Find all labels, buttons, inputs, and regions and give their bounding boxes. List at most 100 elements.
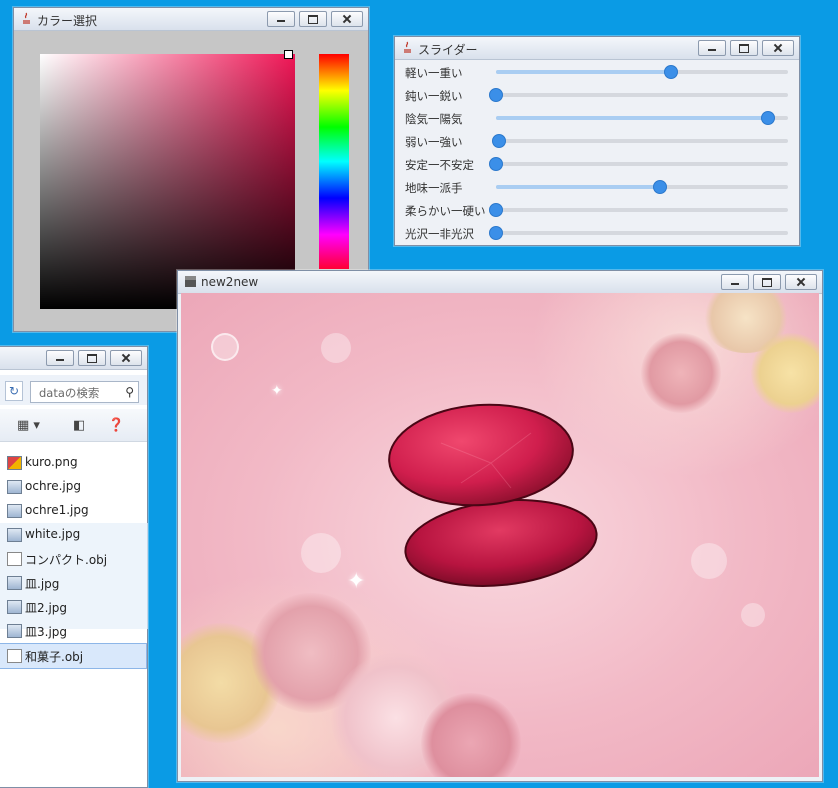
slider-fill (496, 185, 660, 189)
search-placeholder: dataの検索 (39, 386, 100, 400)
file-name: 皿2.jpg (25, 601, 68, 615)
slider-track[interactable] (491, 134, 788, 148)
search-input[interactable]: dataの検索 ⚲ (30, 381, 139, 403)
file-name: ochre1.jpg (25, 503, 89, 517)
slider-row: 安定一不安定 (395, 153, 799, 175)
rose-decoration (641, 333, 721, 413)
file-item[interactable]: kuro.png (0, 451, 147, 475)
jpg-icon (7, 504, 22, 518)
hue-slider[interactable] (319, 54, 349, 269)
slider-thumb[interactable] (489, 203, 503, 217)
slider-track[interactable] (496, 111, 788, 125)
bokeh-light (691, 543, 727, 579)
slider-label: 安定一不安定 (405, 158, 474, 172)
window-title: カラー選択 (37, 14, 98, 28)
file-name: kuro.png (25, 455, 78, 469)
view-options-icon[interactable]: ▦ ▾ (17, 418, 40, 433)
slider-track[interactable] (496, 65, 788, 79)
slider-thumb[interactable] (489, 88, 503, 102)
slider-label: 鈍い一鋭い (405, 89, 463, 103)
slider-thumb[interactable] (652, 180, 667, 194)
viewer-titlebar[interactable]: new2new (178, 271, 822, 294)
window-title: new2new (201, 275, 259, 289)
jpg-icon (7, 624, 22, 638)
bokeh-light (211, 333, 239, 361)
address-bar: ↻ dataの検索 ⚲ (0, 375, 147, 405)
file-item[interactable]: white.jpg (0, 523, 147, 547)
file-item[interactable]: コンパクト.obj (0, 547, 147, 571)
slider-thumb[interactable] (491, 134, 506, 148)
maximize-button[interactable] (730, 40, 758, 56)
help-icon[interactable]: ❓ (108, 418, 124, 433)
sparkle: ✦ (271, 383, 283, 399)
maximize-button[interactable] (78, 350, 106, 366)
bokeh-light (301, 533, 341, 573)
sparkle: ✦ (347, 569, 366, 594)
jpg-icon (7, 600, 22, 614)
obj-icon (7, 649, 22, 663)
slider-titlebar[interactable]: スライダー (395, 37, 799, 60)
file-name: 皿3.jpg (25, 625, 68, 639)
slider-row: 地味一派手 (395, 176, 799, 198)
slider-track[interactable] (489, 226, 788, 240)
slider-track[interactable] (489, 157, 788, 171)
app-icon (185, 276, 196, 287)
preview-pane-icon[interactable]: ◧ (73, 418, 85, 433)
slider-row: 鈍い一鋭い (395, 84, 799, 106)
file-item[interactable]: ochre.jpg (0, 475, 147, 499)
slider-row: 軽い一重い (395, 61, 799, 83)
jpg-icon (7, 576, 22, 590)
close-button[interactable] (110, 350, 142, 366)
jpg-icon (7, 528, 22, 542)
file-item[interactable]: 和菓子.obj (0, 643, 147, 669)
close-button[interactable] (762, 40, 794, 56)
file-item[interactable]: 皿2.jpg (0, 595, 147, 619)
slider-thumb[interactable] (664, 65, 679, 79)
minimize-button[interactable] (267, 11, 295, 27)
maximize-button[interactable] (299, 11, 327, 27)
file-explorer-window: ↻ dataの検索 ⚲ ▦ ▾ ◧ ❓ kuro.png ochre.jpg och… (0, 346, 148, 788)
minimize-button[interactable] (698, 40, 726, 56)
slider-label: 光沢一非光沢 (405, 227, 474, 241)
slider-label: 弱い一強い (405, 135, 463, 149)
color-picker-marker[interactable] (284, 50, 293, 59)
minimize-button[interactable] (46, 350, 74, 366)
maximize-button[interactable] (753, 274, 781, 290)
java-icon (23, 12, 30, 24)
close-button[interactable] (331, 11, 363, 27)
refresh-icon[interactable]: ↻ (5, 381, 23, 401)
file-item[interactable]: 皿3.jpg (0, 619, 147, 643)
minimize-button[interactable] (721, 274, 749, 290)
png-icon (7, 456, 22, 470)
slider-thumb[interactable] (489, 157, 503, 171)
slider-window: スライダー 軽い一重い鈍い一鋭い陰気一陽気弱い一強い安定一不安定 地味一派手柔らか… (394, 36, 800, 246)
rose-decoration (421, 693, 521, 777)
slider-label: 地味一派手 (405, 181, 463, 195)
slider-row: 柔らかい一硬い (395, 199, 799, 221)
close-button[interactable] (785, 274, 817, 290)
slider-thumb[interactable] (760, 111, 775, 125)
slider-label: 陰気一陽気 (405, 112, 463, 126)
file-item[interactable]: 皿.jpg (0, 571, 147, 595)
slider-label: 柔らかい一硬い (405, 204, 486, 218)
file-list: kuro.png ochre.jpg ochre1.jpg white.jpg コンパク… (0, 451, 147, 669)
slider-label: 軽い一重い (405, 66, 463, 80)
slider-track[interactable] (489, 203, 788, 217)
color-chooser-titlebar[interactable]: カラー選択 (14, 8, 368, 31)
obj-icon (7, 552, 22, 566)
slider-fill (496, 70, 672, 74)
file-name: コンパクト.obj (25, 553, 108, 567)
render-canvas[interactable]: ✦ ✦ (181, 293, 819, 777)
slider-thumb[interactable] (489, 226, 503, 240)
rose-decoration (751, 333, 819, 413)
file-name: 和菓子.obj (25, 650, 84, 664)
viewer-window: new2new ✦ ✦ (177, 270, 823, 782)
slider-track[interactable] (489, 88, 788, 102)
explorer-titlebar[interactable] (0, 347, 147, 370)
bokeh-light (741, 603, 765, 627)
search-icon[interactable]: ⚲ (125, 385, 134, 399)
file-name: 皿.jpg (25, 577, 60, 591)
slider-track[interactable] (496, 180, 788, 194)
file-item[interactable]: ochre1.jpg (0, 499, 147, 523)
wagashi-3d-model (388, 403, 598, 587)
